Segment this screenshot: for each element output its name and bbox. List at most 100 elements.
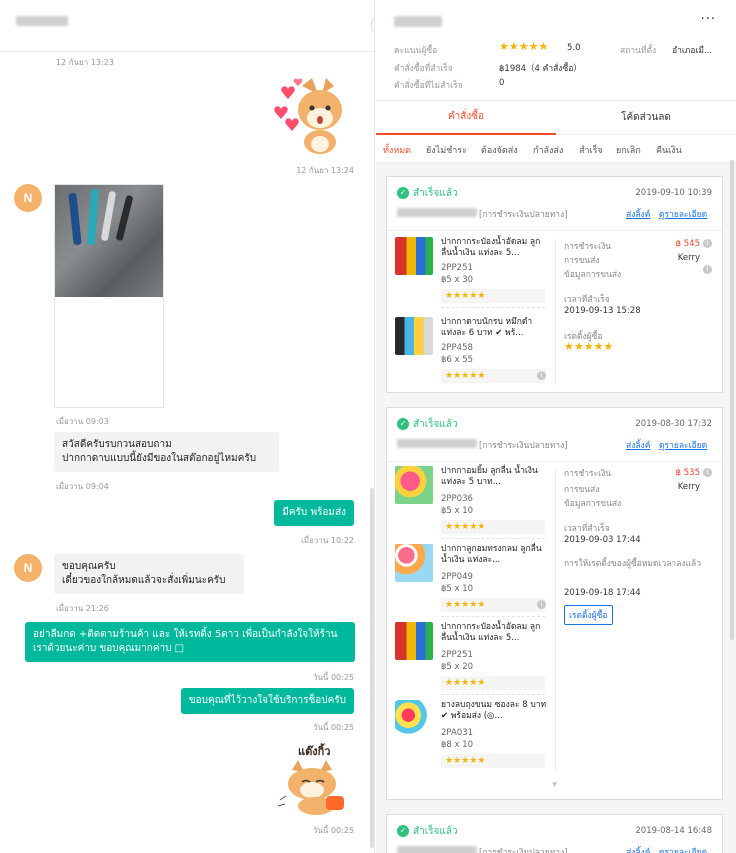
filter-completed[interactable]: สำเร็จ	[579, 143, 603, 157]
payment-label: การชำระเงิน	[564, 242, 612, 252]
message-time: เมื่อวาน 09:03	[56, 417, 109, 426]
tab-vouchers[interactable]: โค้ดส่วนลด	[556, 101, 736, 135]
product-rating: ★★★★★	[441, 289, 545, 303]
product-qty: ฿8 x 10	[441, 740, 474, 750]
fox-hearts-sticker	[272, 76, 354, 156]
image-message[interactable]	[54, 184, 164, 408]
product-rating: ★★★★★	[441, 598, 545, 612]
product-qty: ฿5 x 10	[441, 506, 474, 516]
track-link[interactable]: ส่งลิ้งค์	[626, 207, 650, 221]
message-time: วันนี้ 00:25	[312, 723, 354, 732]
info-icon[interactable]: i	[703, 468, 712, 477]
info-icon[interactable]: i	[537, 371, 546, 380]
completed-time: 2019-09-03 17:44	[564, 535, 641, 545]
completed-time-label: เวลาที่สำเร็จ	[564, 295, 610, 305]
failed-orders-label: คำสั่งซื้อที่ไม่สำเร็จ	[394, 81, 463, 91]
view-detail-link[interactable]: ดูรายละเอียด	[659, 207, 707, 221]
order-card-header: ✓ สำเร็จแล้ว 2019-08-14 16:48 [การชำระเง…	[387, 815, 722, 853]
shipping-label: การขนส่ง	[564, 256, 600, 266]
thank-you-sticker: แต๊งกิ้ว	[274, 740, 356, 816]
order-id	[397, 208, 477, 217]
track-link[interactable]: ส่งลิ้งค์	[626, 845, 650, 853]
location-label: สถานที่ตั้ง	[620, 46, 657, 56]
order-status-filter: ทั้งหมด ยังไม่ชำระ ต้องจัดส่ง กำลังส่ง ส…	[376, 135, 736, 163]
payment-label: การชำระเงิน	[564, 469, 612, 479]
info-icon[interactable]: i	[703, 265, 712, 274]
completed-time-label: เวลาที่สำเร็จ	[564, 524, 610, 534]
order-total: ฿ 545	[675, 239, 700, 249]
incoming-message: ขอบคุณครับ เดี๋ยวของใกล้หมดแล้วจะสั่งเพิ…	[54, 554, 244, 594]
product-code: 2PP036	[441, 494, 473, 504]
message-time: เมื่อวาน 21:26	[56, 604, 109, 613]
product-thumbnail	[395, 466, 433, 504]
view-detail-link[interactable]: ดูรายละเอียด	[659, 845, 707, 853]
check-circle-icon: ✓	[397, 825, 409, 837]
payment-method: [การชำระเงินปลายทาง]	[479, 848, 568, 853]
order-item[interactable]: ปากกาอมยิ้ม ลูกลื่น น้ำเงิน แท่งละ 5 บาท…	[395, 466, 545, 536]
order-card-header: ✓ สำเร็จแล้ว 2019-09-10 10:39 [การชำระเง…	[387, 177, 722, 231]
chat-scrollbar[interactable]	[370, 488, 374, 848]
product-rating: ★★★★★	[441, 520, 545, 534]
more-options-icon[interactable]: ···	[701, 12, 716, 27]
filter-all[interactable]: ทั้งหมด	[383, 143, 411, 157]
order-status: สำเร็จแล้ว	[413, 826, 458, 837]
product-thumbnail	[395, 317, 433, 355]
message-time: 12 กันยา 13:24	[296, 166, 354, 175]
product-name: ปากกาอมยิ้ม ลูกลื่น น้ำเงิน แท่งละ 5 บาท…	[441, 466, 538, 487]
product-code: 2PP458	[441, 343, 473, 353]
message-time: เมื่อวาน 10:22	[301, 536, 354, 545]
product-rating: ★★★★★	[441, 676, 545, 690]
order-date: 2019-08-14 16:48	[635, 826, 712, 836]
order-card[interactable]: ✓ สำเร็จแล้ว 2019-09-10 10:39 [การชำระเง…	[386, 176, 723, 393]
product-rating: ★★★★★	[441, 754, 545, 768]
order-date: 2019-08-30 17:32	[635, 419, 712, 429]
product-thumbnail	[395, 544, 433, 582]
tab-orders[interactable]: คำสั่งซื้อ	[376, 101, 556, 135]
product-code: 2PA031	[441, 728, 474, 738]
avatar[interactable]: N	[14, 554, 42, 582]
location-value: อำเภอเมื...	[672, 46, 713, 56]
order-item[interactable]: ยางลบถุงขนม ซองละ 8 บาท ✔ พร้อมส่ง (◎...…	[395, 700, 546, 770]
filter-unpaid[interactable]: ยังไม่ชำระ	[426, 143, 467, 157]
product-thumbnail	[395, 622, 433, 660]
outgoing-message: อย่าลืมกด +ติดตามร้านค้า และ ให้เรทติ้ง …	[25, 622, 355, 662]
incoming-message: สวัสดีครับรบกวนสอบถาม ปากกาดาบแบบนี้ยังม…	[54, 432, 279, 472]
pen-photo	[55, 185, 163, 297]
product-code: 2PP049	[441, 572, 473, 582]
chat-contact-name	[16, 16, 68, 26]
rating-stars: ★★★★★	[499, 40, 549, 53]
expand-chevron-icon[interactable]: ▾	[387, 780, 722, 790]
outgoing-message: มีครับ พร้อมส่ง	[274, 500, 354, 526]
filter-shipping[interactable]: กำลังส่ง	[533, 143, 563, 157]
order-item[interactable]: ปากกากระป๋องน้ำอัดลม ลูกลื่นน้ำเงิน แท่ง…	[395, 237, 545, 305]
product-name: ปากกาดาบนักรบ หมึกดำ แท่งละ 6 บาท ✔ พร้.…	[441, 317, 533, 338]
view-detail-link[interactable]: ดูรายละเอียด	[659, 438, 707, 452]
rating-expired-label: การให้เรตติ้งของผู้ซื้อหมดเวลาลงแล้ว	[564, 559, 702, 569]
order-card[interactable]: ✓ สำเร็จแล้ว 2019-08-30 17:32 [การชำระเง…	[386, 407, 723, 800]
filter-to-ship[interactable]: ต้องจัดส่ง	[481, 143, 518, 157]
message-time: เมื่อวาน 09:04	[56, 482, 109, 491]
outgoing-message: ขอบคุณที่ไว้วางใจใช้บริการช็อปครับ	[180, 688, 354, 714]
buyer-name	[394, 16, 442, 27]
order-item[interactable]: ปากกาลูกอมทรงกลม ลูกลื่นน้ำเงิน แท่งละ..…	[395, 544, 546, 614]
track-link[interactable]: ส่งลิ้งค์	[626, 438, 650, 452]
info-icon[interactable]: i	[537, 600, 546, 609]
info-icon[interactable]: i	[703, 239, 712, 248]
rate-buyer-button[interactable]: เรตติ้งผู้ซื้อ	[564, 605, 613, 625]
product-qty: ฿6 x 55	[441, 355, 474, 365]
order-item[interactable]: ปากกาดาบนักรบ หมึกดำ แท่งละ 6 บาท ✔ พร้.…	[395, 317, 546, 385]
filter-refund[interactable]: คืนเงิน	[656, 143, 682, 157]
orders-scrollbar[interactable]	[730, 160, 734, 640]
product-qty: ฿5 x 30	[441, 275, 474, 285]
order-id	[397, 439, 477, 448]
filter-cancelled[interactable]: ยกเลิก	[616, 143, 641, 157]
avatar[interactable]: N	[14, 184, 42, 212]
order-tabs: คำสั่งซื้อ โค้ดส่วนลด	[376, 100, 736, 135]
product-qty: ฿5 x 20	[441, 662, 474, 672]
message-time: 12 กันยา 13:23	[56, 58, 114, 67]
product-qty: ฿5 x 10	[441, 584, 474, 594]
order-id	[397, 846, 477, 853]
order-item[interactable]: ปากกากระป๋องน้ำอัดลม ลูกลื่นน้ำเงิน แท่ง…	[395, 622, 545, 692]
order-card[interactable]: ✓ สำเร็จแล้ว 2019-08-14 16:48 [การชำระเง…	[386, 814, 723, 853]
message-time: วันนี้ 00:25	[312, 673, 354, 682]
